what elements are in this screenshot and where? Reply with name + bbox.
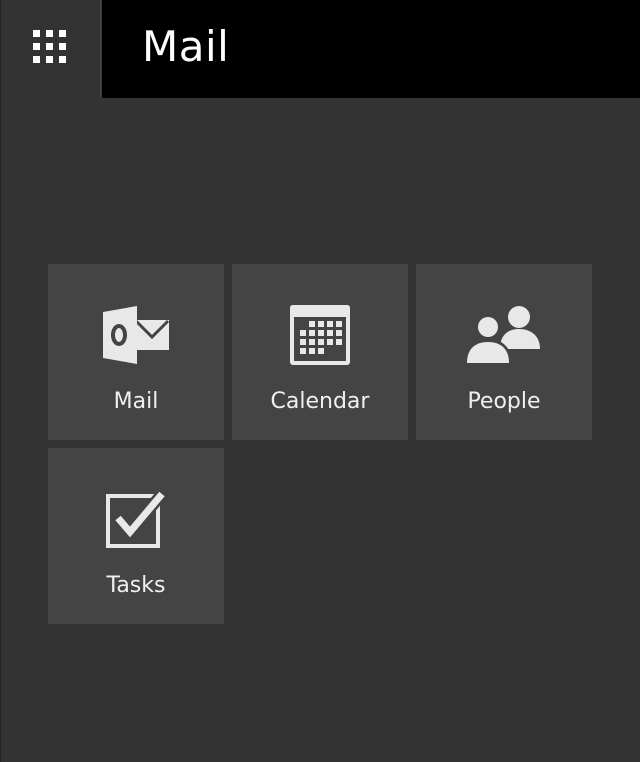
tasks-tile[interactable]: Tasks: [48, 448, 224, 624]
mail-tile[interactable]: Mail: [48, 264, 224, 440]
title-bar: Mail: [102, 0, 640, 98]
calendar-tile-label: Calendar: [270, 389, 370, 414]
tasks-checkbox-icon: [48, 486, 224, 552]
tasks-tile-label: Tasks: [106, 573, 166, 598]
app-launcher-button[interactable]: [1, 0, 101, 98]
people-icon: [416, 302, 592, 368]
people-tile-label: People: [467, 389, 541, 414]
top-bar: Mail: [0, 0, 640, 98]
window-edge: [0, 0, 1, 762]
people-tile[interactable]: People: [416, 264, 592, 440]
app-launcher-grid-icon: [33, 30, 66, 63]
outlook-mail-icon: [48, 302, 224, 368]
app-title: Mail: [142, 22, 230, 71]
mail-tile-label: Mail: [113, 389, 159, 414]
calendar-icon: [232, 302, 408, 368]
app-launcher-page: Mail Mail Calendar People Tasks: [0, 0, 640, 762]
calendar-tile[interactable]: Calendar: [232, 264, 408, 440]
